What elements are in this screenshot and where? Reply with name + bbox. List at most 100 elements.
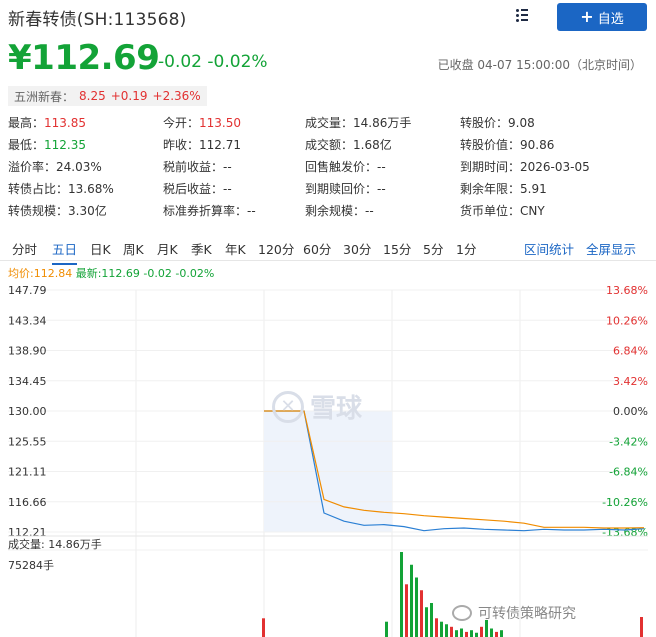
- quote-stat-label: 标准券折算率：: [163, 204, 248, 218]
- quote-stat-value: 24.03%: [56, 160, 102, 174]
- tab-4[interactable]: 月K: [157, 239, 178, 258]
- quote-stat: 税后收益：--: [163, 178, 232, 200]
- wechat-text: 可转债策略研究: [478, 606, 576, 622]
- quote-stat: 溢价率：24.03%: [8, 156, 102, 178]
- tab-2[interactable]: 日K: [90, 239, 111, 258]
- quote-stat: 剩余年限：5.91: [460, 178, 547, 200]
- plus-icon: +: [580, 7, 594, 26]
- quote-stat: 成交量：14.86万手: [305, 112, 411, 134]
- quote-stat-value: 9.08: [508, 116, 535, 130]
- tab-10[interactable]: 15分: [383, 239, 411, 258]
- tab-1[interactable]: 五日: [52, 239, 78, 265]
- y-tick-left: 116.66: [8, 496, 47, 509]
- volume-bar: [475, 632, 478, 637]
- quote-stat: 回售触发价：--: [305, 156, 386, 178]
- volume-bar: [415, 577, 418, 637]
- quote-stat: 到期时间：2026-03-05: [460, 156, 590, 178]
- volume-bar: [495, 631, 498, 637]
- y-tick-left: 125.55: [8, 435, 47, 448]
- volume-bar: [262, 618, 265, 637]
- quote-stat-label: 到期赎回价：: [305, 182, 378, 196]
- quote-stat-label: 到期时间：: [460, 160, 521, 174]
- five-day-chart[interactable]: 147.79 13.68% 143.34 10.26% 138.90 6.84% 134.4…: [0, 280, 656, 637]
- tab-6[interactable]: 年K: [225, 239, 246, 258]
- volume-bar: [425, 607, 428, 637]
- y-tick-right: 6.84%: [613, 345, 648, 358]
- tab-9[interactable]: 30分: [343, 239, 371, 258]
- volume-bar: [465, 631, 468, 637]
- quote-stat: 税前收益：--: [163, 156, 232, 178]
- change-pct: -0.02%: [207, 52, 268, 72]
- underlying-stock-tag[interactable]: 五洲新春： 8.25 +0.19 +2.36%: [8, 86, 207, 106]
- y-tick-left: 134.45: [8, 375, 47, 388]
- volume-bar: [455, 630, 458, 637]
- quote-stat: 昨收：112.71: [163, 134, 241, 156]
- quote-stat-value: 90.86: [520, 138, 555, 152]
- quote-stat-value: --: [365, 204, 374, 218]
- quote-stats-row: 最低：112.35 昨收：112.71 成交额：1.68亿 转股价值：90.86: [8, 134, 648, 156]
- quote-stat-label: 剩余年限：: [460, 182, 521, 196]
- quote-stat-label: 货币单位：: [460, 204, 521, 218]
- quote-stat-label: 成交量：: [305, 116, 354, 130]
- tab-11[interactable]: 5分: [423, 239, 443, 258]
- y-tick-right: -6.84%: [609, 466, 648, 479]
- quote-stat: 成交额：1.68亿: [305, 134, 392, 156]
- y-tick-right: -10.26%: [602, 496, 648, 509]
- y-tick-left: 147.79: [8, 284, 47, 297]
- quote-stat-label: 溢价率：: [8, 160, 57, 174]
- quote-stat-value: 112.71: [199, 138, 242, 152]
- stock-change-pct: +2.36%: [152, 89, 201, 103]
- tab-8[interactable]: 60分: [303, 239, 331, 258]
- volume-bar: [385, 621, 388, 637]
- quote-stat: 标准券折算率：--: [163, 200, 256, 222]
- current-price: ¥112.69: [8, 38, 160, 78]
- volume-bar: [450, 626, 453, 637]
- fullscreen-link[interactable]: 全屏显示: [586, 239, 636, 258]
- quote-stat-label: 最高：: [8, 116, 45, 130]
- quote-stats-row: 转债占比：13.68% 税后收益：-- 到期赎回价： -- 剩余年限：5.91: [8, 178, 648, 200]
- quote-stat: 转股价值：90.86: [460, 134, 554, 156]
- quote-stat-label: 剩余规模：: [305, 204, 366, 218]
- quote-stat-label: 回售触发价：: [305, 160, 378, 174]
- quote-stat-value: --: [223, 182, 232, 196]
- tab-3[interactable]: 周K: [123, 239, 144, 258]
- quote-stat: 转股价：9.08: [460, 112, 535, 134]
- add-watchlist-label: 自选: [597, 11, 624, 27]
- xueqiu-logo-icon: ✕: [272, 390, 304, 423]
- y-tick-left: 143.34: [8, 314, 47, 327]
- quote-stat: 最低：112.35: [8, 134, 86, 156]
- quote-stat-label: 转债占比：: [8, 182, 69, 196]
- security-title: 新春转债(SH:113568): [8, 10, 187, 30]
- quote-stat-label: 成交额：: [305, 138, 354, 152]
- y-tick-left: 130.00: [8, 405, 47, 418]
- range-stats-link[interactable]: 区间统计: [524, 239, 574, 258]
- volume-bar: [430, 603, 433, 637]
- y-tick-right: 13.68%: [606, 284, 648, 297]
- quote-stat-value: 112.35: [44, 138, 87, 152]
- quote-stat-label: 税后收益：: [163, 182, 224, 196]
- list-menu-icon[interactable]: [516, 7, 530, 23]
- wechat-icon: [452, 605, 472, 621]
- quote-stat-value: 14.86万手: [353, 116, 412, 130]
- stock-name: 五洲新春：: [14, 89, 75, 104]
- quote-stat-label: 转债规模：: [8, 204, 69, 218]
- tab-0[interactable]: 分时: [12, 239, 37, 258]
- y-tick-right: 10.26%: [606, 314, 648, 327]
- quote-stat-value: 5.91: [520, 182, 547, 196]
- volume-bar: [420, 590, 423, 637]
- quote-stat: 剩余规模：--: [305, 200, 374, 222]
- tab-7[interactable]: 120分: [258, 239, 294, 258]
- quote-stat-value: 13.68%: [68, 182, 114, 196]
- y-tick-right: 3.42%: [613, 375, 648, 388]
- quote-stat: 货币单位：CNY: [460, 200, 545, 222]
- wechat-watermark: 可转债策略研究: [452, 603, 576, 623]
- tab-5[interactable]: 季K: [191, 239, 212, 258]
- tab-12[interactable]: 1分: [456, 239, 476, 258]
- add-watchlist-button[interactable]: + 自选: [557, 3, 647, 31]
- chart-period-tabs: 分时 五日 日K 周K 月K 季K 年K 120分 60分 30分 15分 5分 1分 区间统计 全屏显示: [0, 233, 656, 265]
- quote-stat-value: --: [247, 204, 256, 218]
- volume-bar: [460, 628, 463, 637]
- volume-bar: [480, 626, 483, 637]
- quote-stat-label: 今开：: [163, 116, 200, 130]
- y-tick-right: -3.42%: [609, 435, 648, 448]
